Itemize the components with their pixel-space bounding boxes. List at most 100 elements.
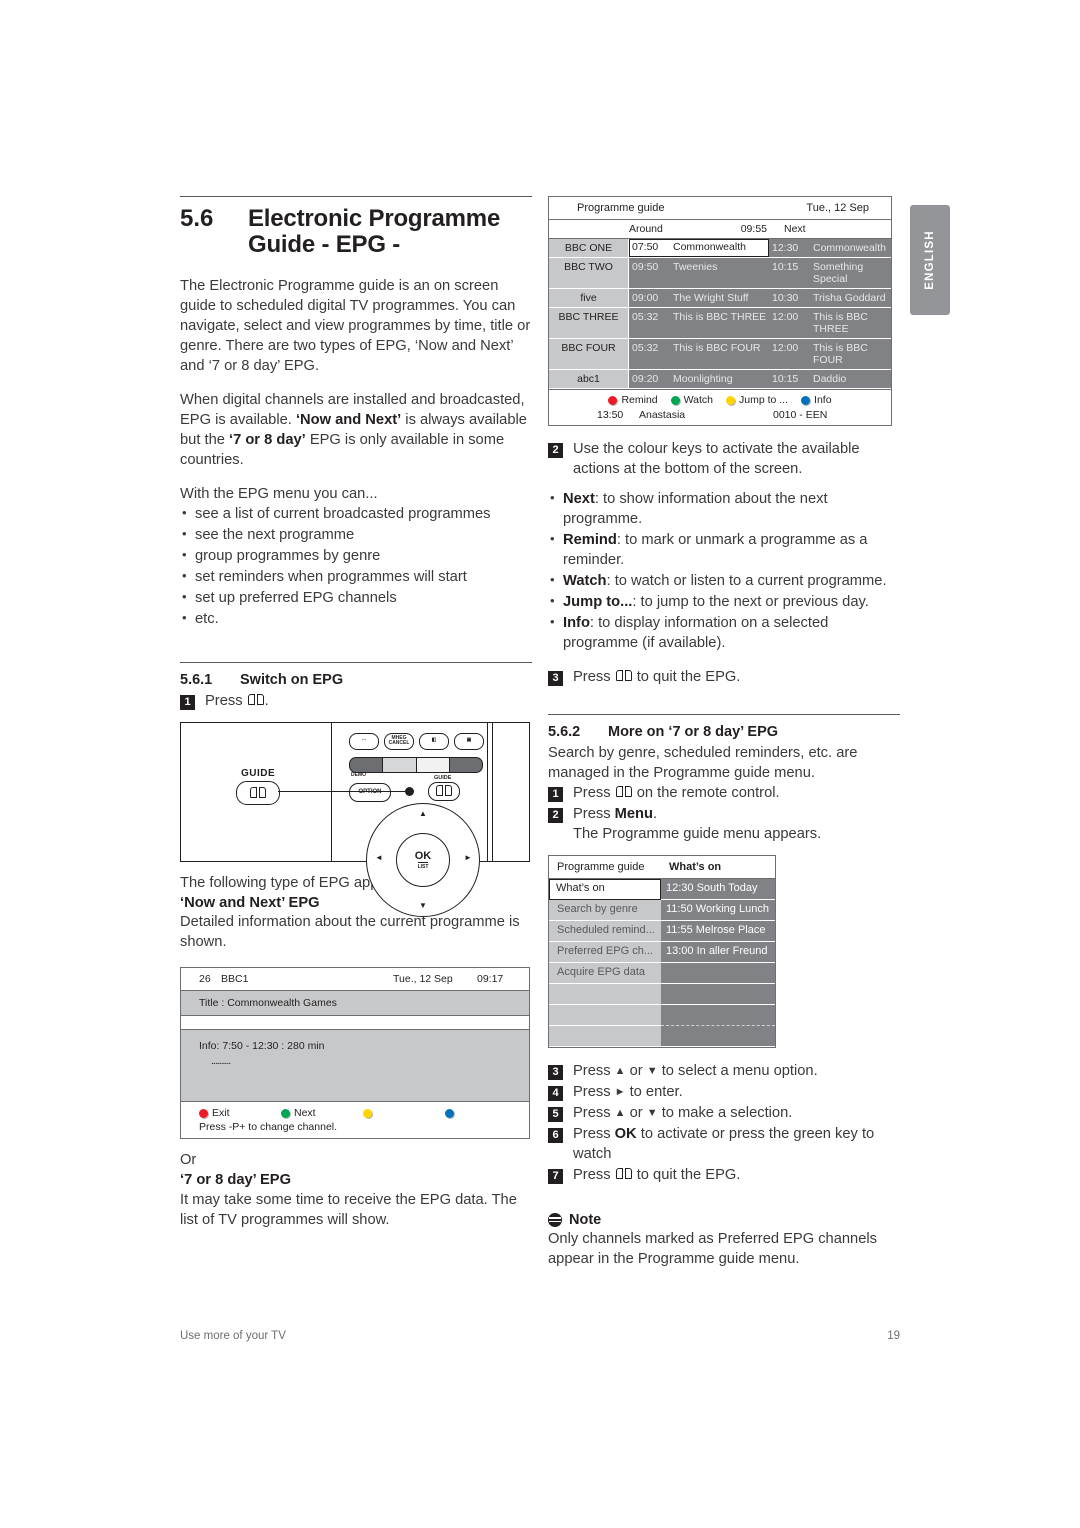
nn-programme-title: Title : Commonwealth Games xyxy=(181,991,529,1017)
epg-header-time: 09:55 xyxy=(740,223,767,235)
menu-item-preferred-epg-channels[interactable]: Preferred EPG ch... xyxy=(549,941,661,963)
remote-guide-button xyxy=(428,781,460,801)
epg-now-time: 07:50 xyxy=(632,241,659,254)
list-item: Jump to...: to jump to the next or previ… xyxy=(548,592,900,613)
quit-a: Press xyxy=(573,668,615,685)
section-title: Electronic Programme Guide - EPG - xyxy=(248,205,501,259)
document-page: ENGLISH 5.6 Electronic Programme Guide -… xyxy=(0,0,1080,1528)
list-item: group programmes by genre xyxy=(180,546,532,567)
ok-button: OK LIST xyxy=(396,832,450,887)
key-desc: : to watch or listen to a current progra… xyxy=(606,572,887,589)
nav-right-icon: ► xyxy=(464,852,472,862)
s6b: to activate or press the green key to xyxy=(636,1125,875,1142)
guide-book-icon xyxy=(615,1167,632,1180)
left-column: 5.6 Electronic Programme Guide - EPG - T… xyxy=(180,196,532,1245)
step-text: Press Menu. The Programme guide menu appe… xyxy=(573,805,900,845)
table-row[interactable]: BBC ONE 07:50 Commonwealth 12:30 Commonw… xyxy=(549,239,891,258)
mheg-cancel-button: MHEG CANCEL xyxy=(384,732,414,750)
menu-item-scheduled-reminders[interactable]: Scheduled remind... xyxy=(549,920,661,942)
programme-guide-menu-screenshot: Programme guide What’s on What’s on Sear… xyxy=(548,854,776,1048)
epg-key-watch[interactable]: Watch xyxy=(670,394,713,406)
key-label: Jump to... xyxy=(563,593,633,610)
epg-now-cell[interactable]: 07:50 Commonwealth xyxy=(629,239,769,257)
option-button: OPTION xyxy=(349,782,391,802)
subsection-title-561: 5.6.1 Switch on EPG xyxy=(180,672,532,688)
epg-now-time: 05:32 xyxy=(632,311,659,323)
table-row[interactable]: abc1 09:20 Moonlighting 10:15 Daddio xyxy=(549,370,891,389)
step-text-a: Press xyxy=(205,692,247,709)
guide-book-icon xyxy=(247,693,264,706)
epg-next-cell[interactable]: 10:30 Trisha Goddard xyxy=(769,289,891,307)
s3b: or xyxy=(625,1062,647,1079)
epg-next-cell[interactable]: 12:30 Commonwealth xyxy=(769,239,891,257)
epg-next-time: 10:30 xyxy=(772,292,799,304)
epg-next-time: 12:30 xyxy=(772,242,799,254)
quit-b: to quit the EPG. xyxy=(632,668,741,685)
table-row[interactable]: BBC THREE 05:32 This is BBC THREE 12:00 … xyxy=(549,308,891,339)
nn-key-next: Next xyxy=(281,1107,363,1119)
epg-now-cell[interactable]: 05:32 This is BBC THREE xyxy=(629,308,769,338)
menu-item-search-by-genre[interactable]: Search by genre xyxy=(549,899,661,921)
list-item[interactable]: 12:30 South Today xyxy=(661,878,775,900)
table-row[interactable]: BBC FOUR 05:32 This is BBC FOUR 12:00 Th… xyxy=(549,339,891,370)
epg-next-cell[interactable]: 10:15 Daddio xyxy=(769,370,891,388)
nn-key-blue xyxy=(445,1108,527,1118)
list-item[interactable]: 11:55 Melrose Place xyxy=(661,920,775,942)
yellow-key-icon xyxy=(726,395,735,405)
epg-status-channel: 0010 - EEN xyxy=(773,409,828,421)
sub562-intro: Search by genre, scheduled reminders, et… xyxy=(548,744,858,781)
key-label: Remind xyxy=(563,531,617,548)
epg-key-watch-label: Watch xyxy=(683,394,713,406)
arrow-right-icon: ► xyxy=(614,1085,626,1098)
yellow-key-icon xyxy=(363,1108,372,1118)
list-label: LIST xyxy=(417,861,429,870)
epg-now-cell[interactable]: 09:50 Tweenies xyxy=(629,258,769,288)
epg-next-cell[interactable]: 10:15 Something Special xyxy=(769,258,891,288)
epg-key-remind[interactable]: Remind xyxy=(608,394,658,406)
remote-guide-callout-label: GUIDE xyxy=(241,767,276,779)
step-6: 6 Press OK to activate or press the gree… xyxy=(548,1125,900,1165)
epg-now-cell[interactable]: 05:32 This is BBC FOUR xyxy=(629,339,769,369)
list-item: see the next programme xyxy=(180,525,532,546)
epg-key-jumpto[interactable]: Jump to ... xyxy=(726,394,788,406)
epg-column-headers: Around 09:55 Next xyxy=(549,220,891,239)
remote-divider-right-2 xyxy=(492,722,493,861)
step-5: 5 Press ▲ or ▼ to make a selection. xyxy=(548,1104,900,1124)
list-item[interactable]: 13:00 In aller Freund xyxy=(661,941,775,963)
menu-item-acquire-epg-data[interactable]: Acquire EPG data xyxy=(549,962,661,984)
intro2-sevenday: ‘7 or 8 day’ xyxy=(229,431,306,448)
step-7: 7 Press to quit the EPG. xyxy=(548,1166,900,1186)
step-1: 1 Press . xyxy=(180,692,532,712)
table-row[interactable]: five 09:00 The Wright Stuff 10:30 Trisha… xyxy=(549,289,891,308)
footer-page-number: 19 xyxy=(887,1330,900,1342)
now-next-heading: ‘Now and Next’ EPG xyxy=(180,894,320,911)
guide-book-icon xyxy=(615,785,632,798)
table-row[interactable]: BBC TWO 09:50 Tweenies 10:15 Something S… xyxy=(549,258,891,289)
step-text: Press ► to enter. xyxy=(573,1083,900,1103)
s2a: Press xyxy=(573,805,615,822)
after-remote-text: The following type of EPG appears: xyxy=(180,874,412,891)
epg-date: Tue., 12 Sep xyxy=(806,202,869,214)
nn-key-exit-label: Exit xyxy=(212,1107,230,1120)
epg-key-info[interactable]: Info xyxy=(801,394,832,406)
blue-key-icon xyxy=(801,395,811,405)
ok-label: OK xyxy=(414,849,432,862)
s2cont: The Programme guide menu appears. xyxy=(573,825,822,842)
epg-now-cell[interactable]: 09:20 Moonlighting xyxy=(629,370,769,388)
epg-next-title: Something Special xyxy=(813,261,864,285)
pgm-header-right: What’s on xyxy=(669,860,722,873)
epg-next-cell[interactable]: 12:00 This is BBC THREE xyxy=(769,308,891,338)
s1a: Press xyxy=(573,784,615,801)
nn-channel-number: 26 xyxy=(199,973,211,986)
nn-info-block: Info: 7:50 - 12:30 : 280 min .......... xyxy=(181,1030,529,1103)
list-item[interactable]: 11:50 Working Lunch xyxy=(661,899,775,921)
epg-now-title: The Wright Stuff xyxy=(673,292,749,304)
epg-now-cell[interactable]: 09:00 The Wright Stuff xyxy=(629,289,769,307)
nn-hint: Press -P+ to change channel. xyxy=(199,1121,338,1134)
epg-next-cell[interactable]: 12:00 This is BBC FOUR xyxy=(769,339,891,369)
nn-key-yellow xyxy=(363,1108,445,1118)
subsection-rule-562 xyxy=(548,713,900,715)
epg-key-remind-label: Remind xyxy=(621,394,658,406)
menu-item-whats-on[interactable]: What’s on xyxy=(549,878,661,900)
step-4: 4 Press ► to enter. xyxy=(548,1083,900,1103)
